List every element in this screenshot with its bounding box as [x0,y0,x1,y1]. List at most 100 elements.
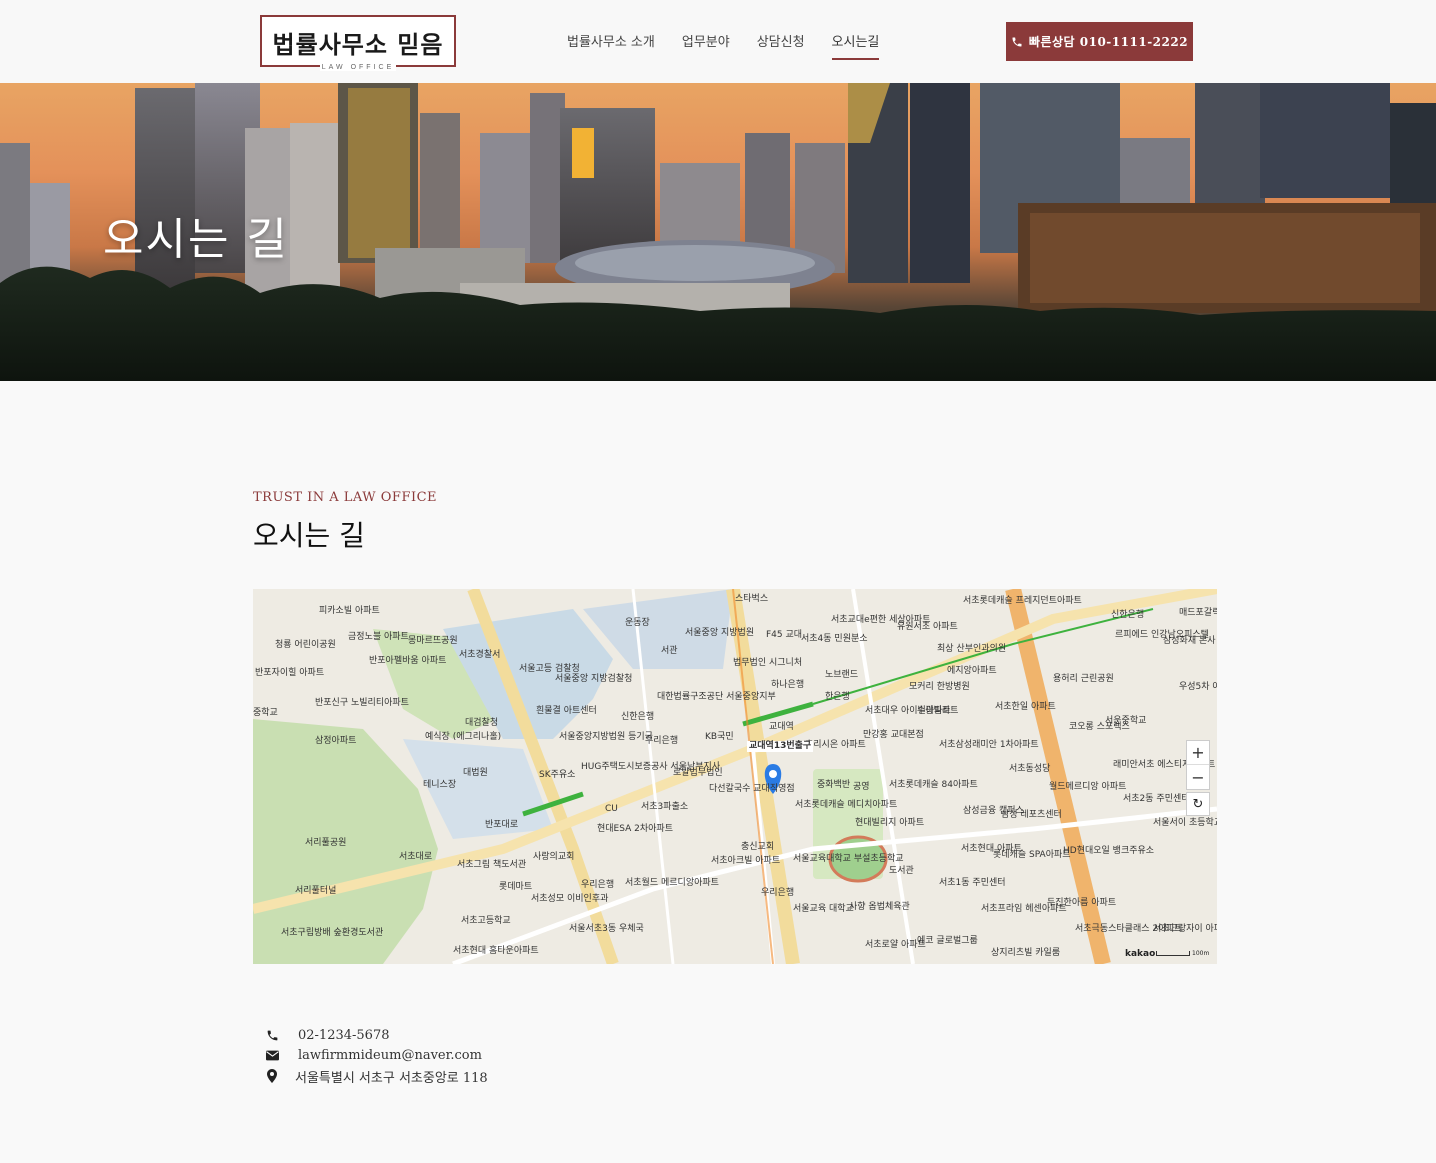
map-label: 서초현대 홈타운아파트 [453,946,539,956]
map-provider-logo: kakao [1125,949,1156,959]
section-eyebrow: TRUST IN A LAW OFFICE [253,490,438,505]
contact-email[interactable]: lawfirmmideum@naver.com [298,1048,482,1063]
map-label: CU [605,804,618,814]
map-label: 서리풀공원 [305,838,347,848]
map-label: 반포신구 노빌리티아파트 [315,698,409,708]
map-label: 사향 옵법체육관 [849,902,910,912]
map-label: 서울서초3동 우체국 [569,924,644,934]
map-label: F45 교대 [766,630,803,640]
nav-item-directions[interactable]: 오시는길 [831,31,880,60]
map-label: 몽마르뜨공원 [408,636,458,646]
map-label: 신한은행 [1111,610,1145,620]
map-label: 대법원 [463,768,488,778]
map-label: 만강홍 교대본점 [863,730,924,740]
map-label: 서초대로 [399,852,433,862]
map-label: 로얄법무법인 [673,768,723,778]
contact-address-row: 서울특별시 서초구 서초중앙로 118 [265,1066,488,1086]
map-label: 서초2동 주민센터 [1123,794,1190,804]
logo-subtitle: LAW OFFICE [320,64,396,71]
map-label: 상지리츠빌 카일룸 [991,948,1061,958]
map-reset-button[interactable]: ↻ [1186,792,1210,816]
contact-phone-row: 02-1234-5678 [265,1025,488,1045]
map-label: 신한은행 [621,712,655,722]
map-label: 서초동성당 [1009,764,1051,774]
map-label: 서초월드 메르디앙아파트 [625,878,719,888]
map-label: 청룡 어린이공원 [275,640,336,650]
map-scale-bar [1156,951,1190,956]
map-label: 흰물결 아트센터 [536,706,597,716]
zoom-out-button[interactable]: − [1187,765,1209,789]
map-label: 중화백반 [817,780,851,790]
map-label: 한은행 [825,692,850,702]
map-label: 롯데마트 [499,882,533,892]
map-label: 서초한일 아파트 [995,702,1056,712]
phone-icon [1012,37,1022,46]
nav-item-consultation[interactable]: 상담신청 [757,31,805,60]
map-label: 삼성화재 본사 [1163,636,1216,646]
map-label: 예식장 (에그리나홀) [425,732,502,742]
map-label: 충신교회 [741,842,775,852]
map-label: 서초롯데캐슬 84아파트 [889,780,978,790]
map-label: 금정노블 아파트 [348,632,409,642]
map-zoom-control: + − [1186,740,1210,790]
map-label: 에코 글로벌그룹 [917,936,978,946]
map-label: 서울중앙지방법원 등기국 [559,732,653,742]
map-label: 초리시온 아파트 [805,740,866,750]
map-label: 사랑의교회 [533,852,575,862]
logo-title: 법률사무소 믿음 [272,30,444,59]
map-label: 우성5차 아파트 [1179,682,1217,692]
map-label: 에지앙아파트 [947,666,997,676]
contact-phone[interactable]: 02-1234-5678 [298,1028,390,1043]
map-label: 서관 [661,646,678,656]
map-label: 서초3파출소 [641,802,689,812]
map-label: 테니스장 [423,780,457,790]
map-label: 서울교육대학교 부설초등학교 [793,854,904,864]
site-header: 법률사무소 믿음 LAW OFFICE 법률사무소 소개 업무분야 상담신청 오… [0,0,1436,83]
map-label: 서초그랑자이 아파트 [1153,924,1217,934]
envelope-icon [265,1049,279,1063]
quick-consult-button[interactable]: 빠른상담 010-1111-2222 [1006,22,1193,61]
contact-info: 02-1234-5678 lawfirmmideum@naver.com 서울특… [265,1025,488,1087]
map-label: 유원서초 아파트 [897,622,958,632]
map-label: 우리은행 [645,736,679,746]
map-label: 반포아펠바움 아파트 [369,656,447,666]
map-label: 모커리 한방병원 [909,682,970,692]
hero-banner: 오시는 길 [0,83,1436,381]
map-label: 서초4동 민원분소 [801,634,868,644]
map-label: KB국민 [705,732,734,742]
zoom-in-button[interactable]: + [1187,741,1209,765]
map-label: 우리은행 [581,880,615,890]
map-label: 교대역 [769,722,794,732]
map-label: 중학교 [253,708,278,718]
map-label: 법무법인 시그니처 [733,658,803,668]
nav-item-practice-areas[interactable]: 업무분야 [682,31,730,60]
map-label: 서초아크빌 아파트 [711,856,781,866]
map-label: HD현대오일 뱅크주유소 [1063,846,1155,856]
map-label: 서울중앙 지방법원 [685,628,755,638]
map-label: 서초구립방배 숲환경도서관 [281,928,384,938]
map-label: 서초1동 주민센터 [939,878,1006,888]
map-label: 수광빌라트 [917,706,959,716]
contact-email-row: lawfirmmideum@naver.com [265,1046,488,1066]
location-map[interactable]: 피카소빌 아파트 금정노블 아파트 몽마르뜨공원 서초경찰서 운동장 서울중앙 … [253,589,1217,964]
map-label: 서울서이 초등학교 [1153,818,1217,828]
map-label: 롯데캐슬 SPA아파트 [993,850,1071,860]
map-label: 현대빌리지 아파트 [855,818,925,828]
map-label: 현대ESA 2차아파트 [597,824,673,834]
map-label: 서울중앙 지방검찰청 [555,674,633,684]
phone-icon [265,1028,279,1042]
nav-item-about[interactable]: 법률사무소 소개 [567,31,655,60]
map-label: 서울교육 대학교 [793,904,854,914]
map-label: 반포대로 [485,820,519,830]
map-pin-icon [265,1069,279,1083]
map-label: 다선칼국수 교대직영점 [709,784,795,794]
map-label: 운동장 [625,618,650,628]
refresh-icon: ↻ [1192,796,1204,812]
map-label: 공영 [853,782,870,792]
map-label: 서초롯데캐슬 프레지던트아파트 [963,596,1082,606]
map-label: 서울고등 검찰청 [519,664,580,674]
map-label: 반포자이힐 아파트 [255,668,325,678]
site-logo[interactable]: 법률사무소 믿음 LAW OFFICE [260,15,456,71]
map-label: 대한법률구조공단 서울중앙지부 [657,692,776,702]
map-label: 매드포갈릭 [1179,608,1217,618]
